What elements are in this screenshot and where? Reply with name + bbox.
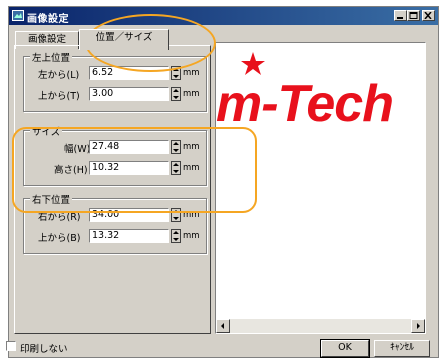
right-from-label: 右から(R) xyxy=(38,212,81,223)
horizontal-scrollbar[interactable] xyxy=(216,319,425,333)
left-from-spinner[interactable] xyxy=(171,66,181,80)
spin-arrows-icon xyxy=(173,89,179,99)
top-from-label: 上から(T) xyxy=(38,91,80,102)
unit-label: mm xyxy=(183,163,200,173)
tab-label: 画像設定 xyxy=(27,34,66,45)
no-print-label: 印刷しない xyxy=(20,344,68,355)
app-icon xyxy=(12,10,24,21)
bottom-top-from-spinner[interactable] xyxy=(171,229,181,243)
minimize-icon xyxy=(397,17,403,19)
arrow-left-icon xyxy=(221,323,224,329)
left-from-label: 左から(L) xyxy=(38,70,80,81)
size-group: サイズ 幅(W) 27.48 mm 高さ(H) 10.32 mm xyxy=(23,124,207,186)
window-title: 画像設定 xyxy=(27,14,69,25)
unit-label: mm xyxy=(183,89,200,99)
group-title: 左上位置 xyxy=(30,50,73,64)
spin-arrows-icon xyxy=(173,210,179,220)
spin-arrows-icon xyxy=(173,231,179,241)
scroll-right-button[interactable] xyxy=(411,319,425,333)
tab-label: 位置／サイズ xyxy=(95,32,153,43)
width-input[interactable]: 27.48 xyxy=(89,140,169,154)
unit-label: mm xyxy=(183,210,200,220)
close-button[interactable] xyxy=(422,10,435,21)
right-from-spinner[interactable] xyxy=(171,208,181,222)
top-from-spinner[interactable] xyxy=(171,87,181,101)
group-title: 右下位置 xyxy=(30,192,73,206)
bottom-top-from-input[interactable]: 13.32 xyxy=(89,229,169,243)
top-from-input[interactable]: 3.00 xyxy=(89,87,169,101)
width-spinner[interactable] xyxy=(171,140,181,154)
maximize-icon xyxy=(409,12,418,19)
bottom-right-position-group: 右下位置 右から(R) 34.00 mm 上から(B) 13.32 mm xyxy=(23,192,207,254)
unit-label: mm xyxy=(183,142,200,152)
top-left-position-group: 左上位置 左から(L) 6.52 mm 上から(T) 3.00 mm xyxy=(23,50,207,112)
spin-arrows-icon xyxy=(173,68,179,78)
mtech-logo: m-Tech xyxy=(216,52,394,127)
tab-position-size[interactable]: 位置／サイズ xyxy=(79,29,169,50)
position-size-panel: 左上位置 左から(L) 6.52 mm 上から(T) 3.00 mm サイズ 幅… xyxy=(14,45,211,334)
height-input[interactable]: 10.32 xyxy=(89,161,169,175)
maximize-button[interactable] xyxy=(407,10,420,21)
bottom-top-from-label: 上から(B) xyxy=(38,233,81,244)
ok-button[interactable]: OK xyxy=(320,339,370,358)
group-title: サイズ xyxy=(30,124,63,138)
arrow-right-icon xyxy=(417,323,420,329)
scroll-left-button[interactable] xyxy=(216,319,230,333)
unit-label: mm xyxy=(183,231,200,241)
spin-arrows-icon xyxy=(173,163,179,173)
title-bar[interactable]: 画像設定 xyxy=(9,7,438,25)
unit-label: mm xyxy=(183,68,200,78)
spin-arrows-icon xyxy=(173,142,179,152)
logo-text: m-Tech xyxy=(216,75,393,127)
right-from-input[interactable]: 34.00 xyxy=(89,208,169,222)
close-icon xyxy=(424,12,432,19)
left-from-input[interactable]: 6.52 xyxy=(89,66,169,80)
minimize-button[interactable] xyxy=(394,10,407,21)
height-label: 高さ(H) xyxy=(54,165,88,176)
no-print-checkbox[interactable] xyxy=(6,341,16,351)
width-label: 幅(W) xyxy=(64,144,91,155)
cancel-button[interactable]: ｷｬﾝｾﾙ xyxy=(374,340,430,357)
image-preview: m-Tech xyxy=(215,42,426,334)
height-spinner[interactable] xyxy=(171,161,181,175)
